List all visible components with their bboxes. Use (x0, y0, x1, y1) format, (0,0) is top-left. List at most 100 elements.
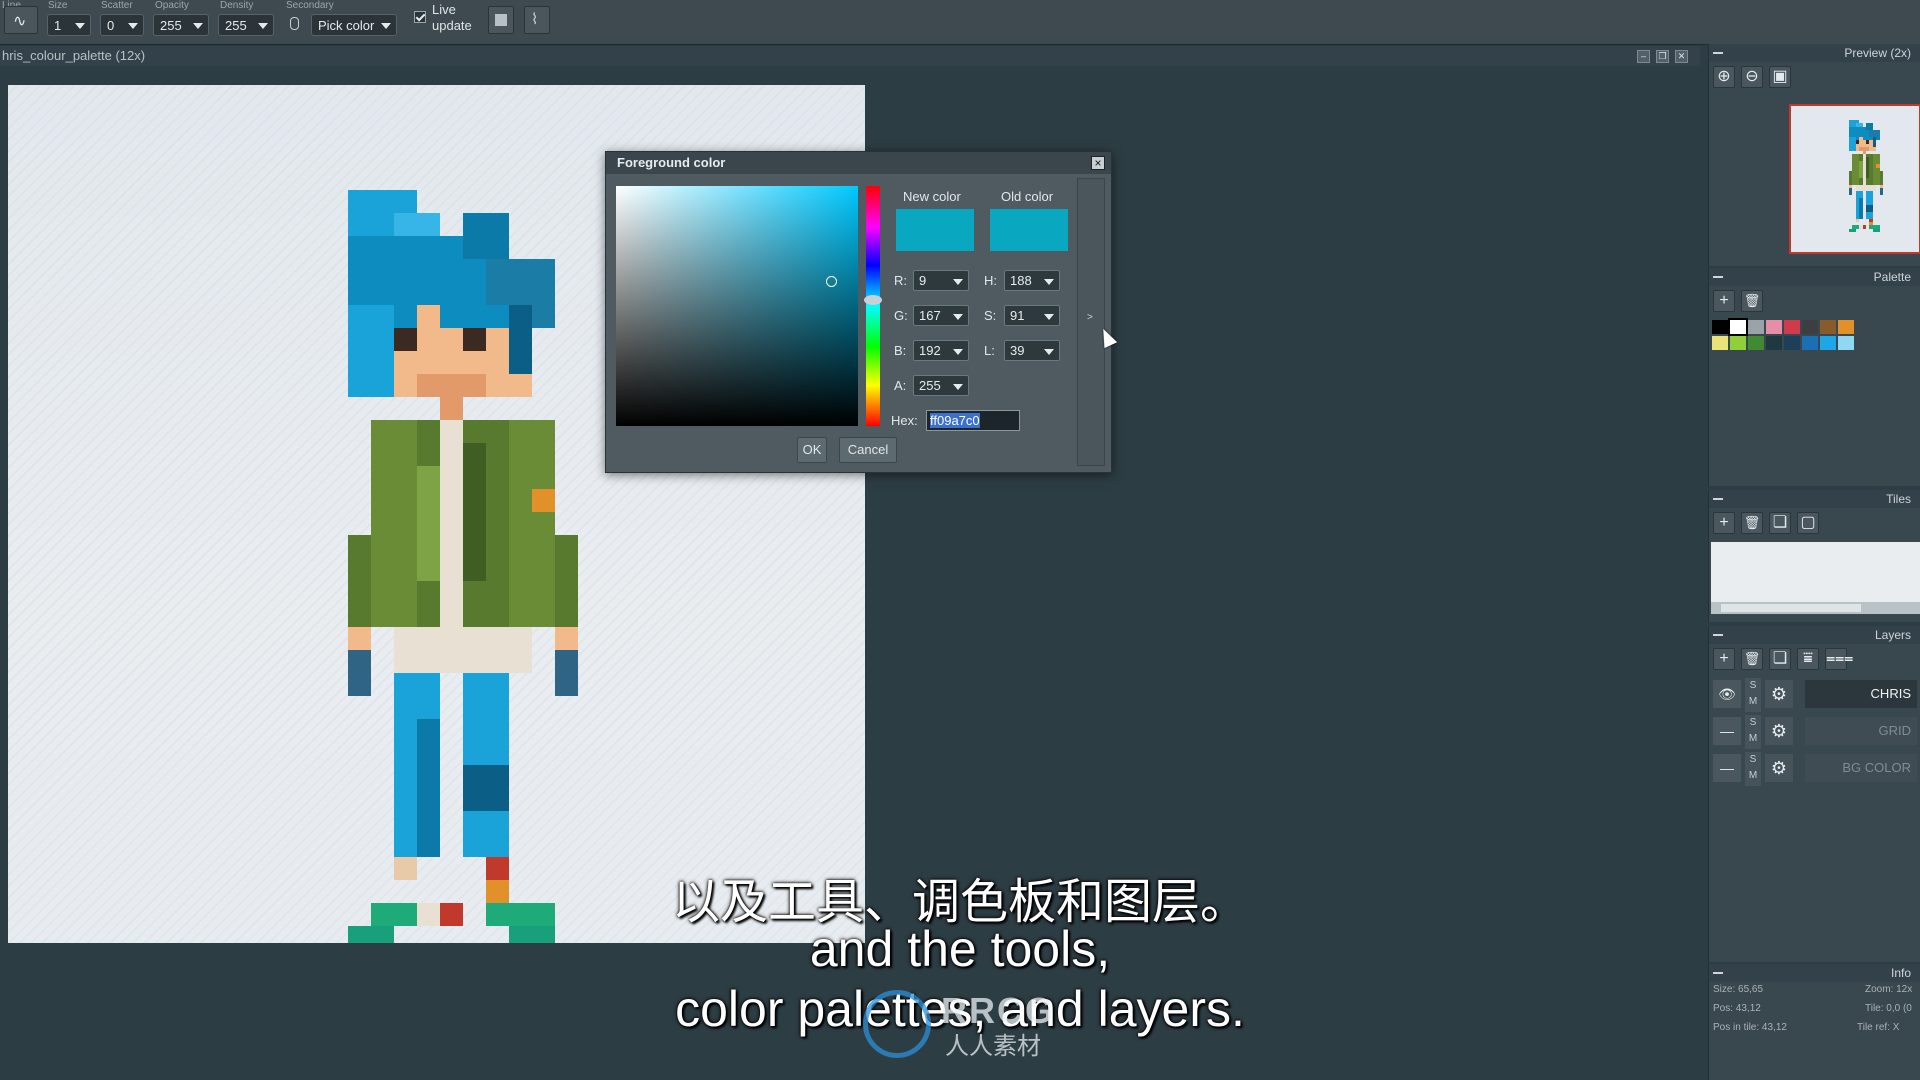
preview-header: Preview (2x) (1709, 44, 1920, 62)
flatten-layer-button[interactable]: ⩶ (1825, 648, 1853, 670)
tiles-scrollbar[interactable] (1711, 602, 1920, 614)
zoom-in-button[interactable]: ⊕ (1713, 66, 1735, 88)
live-update-checkbox[interactable] (414, 11, 426, 23)
duplicate-layer-button[interactable]: ❏ (1769, 648, 1791, 670)
layer-row-chris[interactable]: 👁 SM ⚙ CHRIS (1709, 676, 1920, 712)
gear-icon[interactable]: ⚙ (1765, 754, 1793, 782)
logo-circle-icon (863, 990, 931, 1058)
duplicate-tile-button[interactable]: ❏ (1769, 512, 1791, 534)
hidden-icon[interactable]: — (1713, 717, 1741, 745)
zoom-out-button[interactable]: ⊖ (1741, 66, 1763, 88)
secondary-select[interactable]: Pick color (311, 14, 397, 36)
restore-button[interactable]: ❐ (1656, 50, 1669, 63)
palette-swatch[interactable] (1712, 320, 1728, 334)
layer-name: BG COLOR (1805, 754, 1917, 782)
palette-swatch[interactable] (1766, 320, 1782, 334)
palette-swatch[interactable] (1784, 320, 1800, 334)
sprite-pixel (463, 213, 509, 259)
hidden-icon[interactable]: — (1713, 754, 1741, 782)
density-select[interactable]: 255 (218, 14, 274, 36)
add-tile-button[interactable]: + (1713, 512, 1735, 534)
ok-button[interactable]: OK (797, 437, 827, 463)
sprite-pixel (1879, 171, 1883, 185)
palette-swatch[interactable] (1748, 320, 1764, 334)
eye-icon[interactable]: 👁 (1713, 680, 1741, 708)
palette-swatch[interactable] (1730, 336, 1746, 350)
collapse-icon[interactable] (1713, 634, 1723, 636)
delete-layer-button[interactable]: 🗑 (1741, 648, 1763, 670)
tiles-panel: Tiles + 🗑 ❏ ▢ (1708, 490, 1920, 622)
palette-swatch[interactable] (1766, 336, 1782, 350)
sprite-pixel (1859, 198, 1863, 219)
palette-swatch[interactable] (1820, 336, 1836, 350)
minimize-button[interactable]: ‒ (1637, 50, 1650, 63)
line-curve-button[interactable]: ∿ (4, 6, 38, 34)
hue-slider[interactable] (866, 186, 880, 426)
palette-title: Palette (1873, 270, 1911, 284)
chevron-down-icon (953, 279, 963, 285)
palette-swatch[interactable] (1802, 336, 1818, 350)
add-color-button[interactable]: + (1713, 290, 1735, 312)
b-input[interactable]: 192 (913, 340, 969, 361)
size-select[interactable]: 1 (47, 14, 91, 36)
fit-view-button[interactable]: ▣ (1769, 66, 1791, 88)
hex-input[interactable]: ff09a7c0 (926, 410, 1020, 431)
collapse-icon[interactable] (1713, 276, 1723, 278)
sprite-pixel (1849, 228, 1856, 233)
h-input[interactable]: 188 (1004, 270, 1060, 291)
delete-tile-button[interactable]: 🗑 (1741, 512, 1763, 534)
watermark-logo: RRCG 人人素材 (863, 990, 1073, 1060)
collapse-icon[interactable] (1713, 498, 1723, 500)
g-input[interactable]: 167 (913, 305, 969, 326)
add-layer-button[interactable]: + (1713, 648, 1735, 670)
tool-option-button[interactable] (488, 6, 514, 34)
saturation-value-picker[interactable] (616, 186, 858, 426)
expand-arrow-icon[interactable]: > (1087, 312, 1093, 323)
palette-swatch[interactable] (1748, 336, 1764, 350)
gear-icon[interactable]: ⚙ (1765, 680, 1793, 708)
palette-swatch[interactable] (1784, 336, 1800, 350)
merge-layer-button[interactable]: ⩸ (1797, 648, 1819, 670)
opacity-select[interactable]: 255 (153, 14, 209, 36)
plus-icon: + (1719, 514, 1729, 531)
r-input[interactable]: 9 (913, 270, 969, 291)
gear-icon[interactable]: ⚙ (1765, 717, 1793, 745)
old-color-swatch[interactable] (990, 209, 1068, 251)
palette-swatch[interactable] (1728, 318, 1748, 336)
document-title: hris_colour_palette (12x) (2, 48, 146, 63)
close-icon[interactable]: × (1091, 156, 1105, 170)
palette-swatch[interactable] (1838, 320, 1854, 334)
s-input[interactable]: 91 (1004, 305, 1060, 326)
tiles-area[interactable] (1711, 542, 1920, 602)
palette-swatch[interactable] (1838, 336, 1854, 350)
palette-swatch[interactable] (1820, 320, 1836, 334)
pen-option-button[interactable]: ⌇ (524, 6, 550, 34)
delete-color-button[interactable]: 🗑 (1741, 290, 1763, 312)
sprite-pixel (1855, 184, 1877, 192)
sprite-pixel (1872, 147, 1877, 151)
palette-swatch[interactable] (1712, 336, 1728, 350)
collapse-icon[interactable] (1713, 52, 1723, 54)
close-document-button[interactable]: ✕ (1675, 50, 1688, 63)
tile-settings-button[interactable]: ▢ (1797, 512, 1819, 534)
solo-mute-toggle[interactable]: SM (1745, 678, 1761, 712)
b-label: B: (894, 343, 907, 358)
layer-row-grid[interactable]: — SM ⚙ GRID (1709, 713, 1920, 749)
solo-mute-toggle[interactable]: SM (1745, 752, 1761, 786)
scatter-select[interactable]: 0 (100, 14, 144, 36)
s-value: 91 (1010, 308, 1025, 323)
a-input[interactable]: 255 (913, 375, 969, 396)
solo-mute-toggle[interactable]: SM (1745, 715, 1761, 749)
l-input[interactable]: 39 (1004, 340, 1060, 361)
layer-row-bg-color[interactable]: — SM ⚙ BG COLOR (1709, 750, 1920, 786)
hue-slider-handle[interactable] (864, 295, 882, 305)
cancel-button[interactable]: Cancel (839, 437, 897, 463)
tiles-header: Tiles (1709, 490, 1920, 508)
palette-swatch[interactable] (1802, 320, 1818, 334)
sprite-pixel (394, 627, 532, 673)
color-picker-handle[interactable] (826, 276, 837, 287)
tiles-title: Tiles (1886, 492, 1911, 506)
preview-thumbnail[interactable] (1789, 104, 1920, 254)
sprite-pixel (463, 443, 486, 581)
secondary-value: Pick color (318, 18, 375, 33)
